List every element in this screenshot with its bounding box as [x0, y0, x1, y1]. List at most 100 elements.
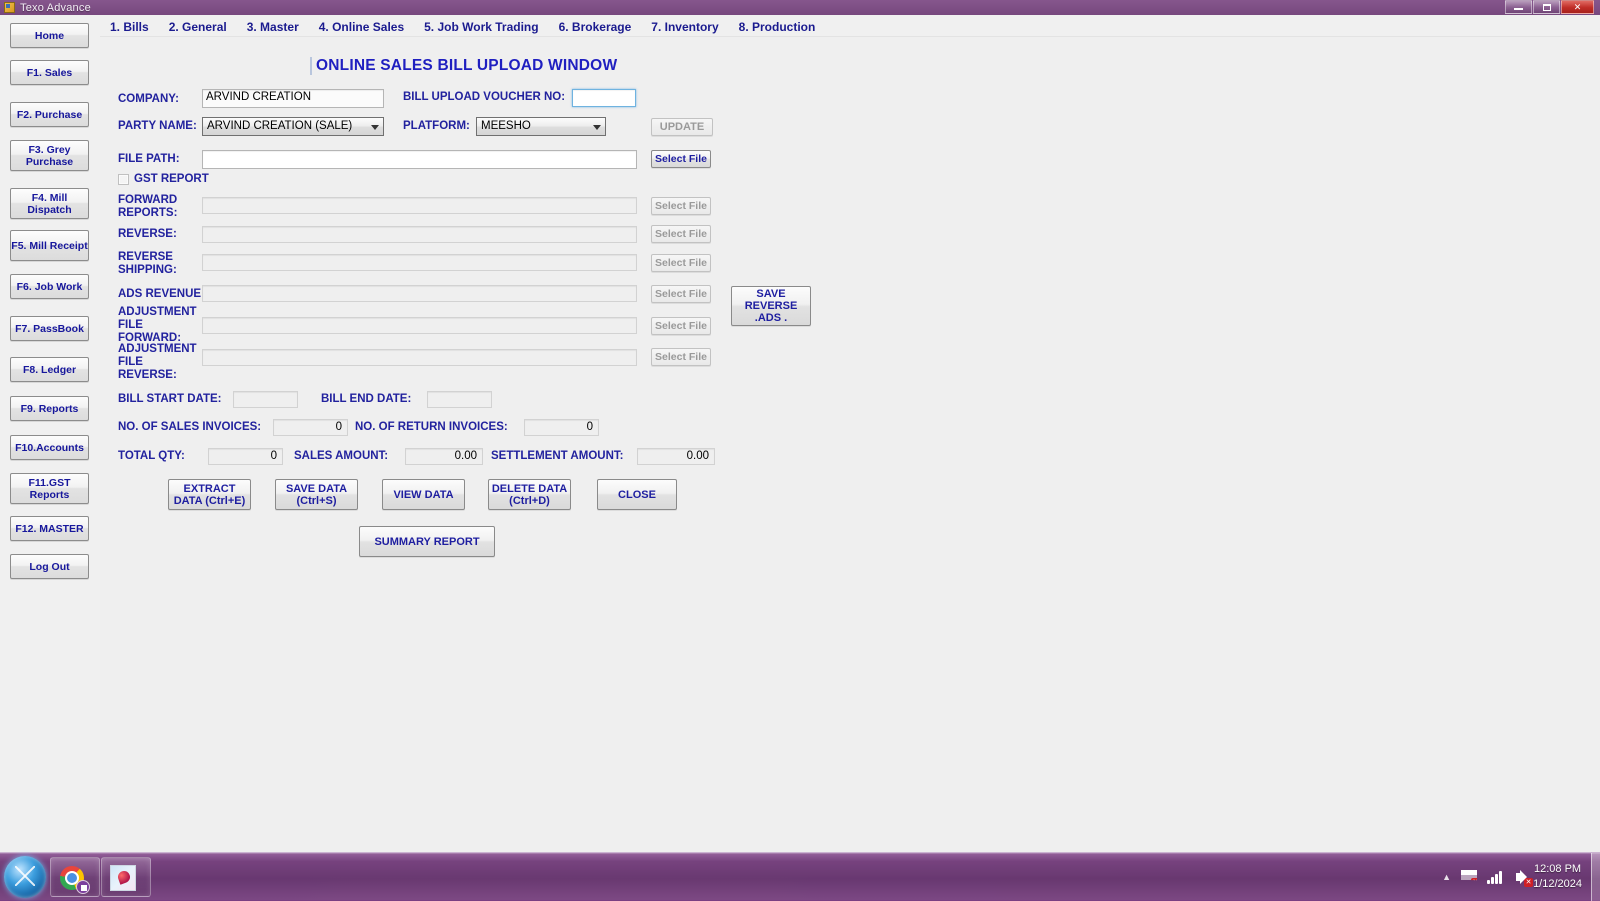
clock[interactable]: 12:08 PM 1/12/2024 [1533, 853, 1582, 901]
sidebar-item-gst-reports[interactable]: F11.GST Reports [10, 473, 89, 504]
sales-amount-label: SALES AMOUNT: [294, 450, 389, 462]
taskbar: ▲ ✕ ✕ 12:08 PM 1/12/2024 [0, 852, 1600, 901]
extract-data-button[interactable]: EXTRACT DATA (Ctrl+E) [168, 479, 251, 510]
sidebar-item-mill-dispatch[interactable]: F4. Mill Dispatch [10, 188, 89, 219]
network-icon[interactable] [1487, 870, 1505, 884]
bill-end-date-input[interactable] [427, 391, 492, 408]
sidebar-item-reports[interactable]: F9. Reports [10, 396, 89, 421]
system-tray: ▲ ✕ ✕ [1442, 853, 1533, 901]
menu-item-master[interactable]: 3. Master [237, 18, 309, 36]
sidebar-item-sales[interactable]: F1. Sales [10, 60, 89, 85]
sidebar-item-master[interactable]: F12. MASTER [10, 516, 89, 541]
company-field[interactable]: ARVIND CREATION [202, 89, 384, 108]
chevron-down-icon [593, 125, 601, 130]
view-data-button[interactable]: VIEW DATA [382, 479, 465, 510]
gst-report-label: GST REPORT [134, 173, 209, 185]
sidebar-item-passbook[interactable]: F7. PassBook [10, 316, 89, 341]
reverse-label: REVERSE: [118, 228, 177, 240]
sidebar-item-mill-receipt[interactable]: F5. Mill Receipt [10, 230, 89, 261]
voucher-no-input[interactable] [572, 89, 636, 107]
settlement-amount-input[interactable]: 0.00 [637, 448, 715, 465]
gst-report-checkbox-wrap[interactable]: GST REPORT [118, 173, 209, 185]
action-center-icon[interactable]: ✕ [1461, 870, 1477, 884]
window-controls: ✕ [1505, 0, 1594, 14]
reverse-input[interactable] [202, 226, 637, 243]
party-name-select[interactable]: ARVIND CREATION (SALE) [202, 117, 384, 136]
menu-item-bills[interactable]: 1. Bills [100, 18, 159, 36]
menu-item-job-work-trading[interactable]: 5. Job Work Trading [414, 18, 548, 36]
total-qty-input[interactable]: 0 [208, 448, 283, 465]
chrome-taskbar-button[interactable] [50, 857, 100, 897]
menu-item-general[interactable]: 2. General [159, 18, 237, 36]
party-name-value: ARVIND CREATION (SALE) [207, 120, 353, 132]
close-button[interactable]: CLOSE [597, 479, 677, 510]
texo-advance-taskbar-button[interactable] [101, 857, 151, 897]
party-name-label: PARTY NAME: [118, 120, 197, 132]
update-button[interactable]: UPDATE [651, 118, 713, 136]
save-reverse-ads-button[interactable]: SAVE REVERSE .ADS . [731, 286, 811, 326]
menu-item-inventory[interactable]: 7. Inventory [641, 18, 728, 36]
platform-select[interactable]: MEESHO [476, 117, 606, 136]
start-button[interactable] [4, 856, 46, 898]
bill-end-date-label: BILL END DATE: [321, 393, 412, 405]
summary-report-button[interactable]: SUMMARY REPORT [359, 526, 495, 557]
select-file-button-main[interactable]: Select File [651, 150, 711, 168]
adjustment-file-reverse-input[interactable] [202, 349, 637, 366]
sidebar-item-accounts[interactable]: F10.Accounts [10, 435, 89, 460]
company-label: COMPANY: [118, 93, 179, 105]
forward-reports-label: FORWARD REPORTS: [118, 194, 178, 219]
voucher-no-label: BILL UPLOAD VOUCHER NO: [403, 91, 566, 103]
adjustment-file-forward-label: ADJUSTMENT FILE FORWARD: [118, 306, 197, 344]
sidebar-item-log-out[interactable]: Log Out [10, 554, 89, 579]
settlement-amount-label: SETTLEMENT AMOUNT: [491, 450, 624, 462]
forward-reports-input[interactable] [202, 197, 637, 214]
bill-start-date-input[interactable] [233, 391, 298, 408]
desktop: Texo Advance ✕ 1. Bills 2. General 3. Ma… [0, 0, 1600, 901]
error-badge-icon: ✕ [1471, 878, 1479, 886]
close-icon[interactable]: ✕ [1561, 0, 1594, 14]
no-of-sales-invoices-input[interactable]: 0 [273, 419, 348, 436]
ads-revenue-input[interactable] [202, 285, 637, 302]
window-titlebar[interactable]: Texo Advance ✕ [0, 0, 1600, 15]
select-file-button-reverse[interactable]: Select File [651, 225, 711, 243]
select-file-button-adjustment-forward[interactable]: Select File [651, 317, 711, 335]
gst-report-checkbox[interactable] [118, 173, 129, 185]
clock-time: 12:08 PM [1533, 863, 1582, 875]
main-menu-bar: 1. Bills 2. General 3. Master 4. Online … [0, 15, 1600, 37]
menu-item-production[interactable]: 8. Production [729, 18, 826, 36]
total-qty-label: TOTAL QTY: [118, 450, 185, 462]
select-file-button-ads-revenue[interactable]: Select File [651, 285, 711, 303]
save-data-button[interactable]: SAVE DATA (Ctrl+S) [275, 479, 358, 510]
select-file-button-adjustment-reverse[interactable]: Select File [651, 348, 711, 366]
clock-date: 1/12/2024 [1533, 878, 1582, 890]
menu-item-brokerage[interactable]: 6. Brokerage [549, 18, 642, 36]
select-file-button-forward-reports[interactable]: Select File [651, 197, 711, 215]
sidebar-item-grey-purchase[interactable]: F3. Grey Purchase [10, 140, 89, 171]
application-window: Texo Advance ✕ 1. Bills 2. General 3. Ma… [0, 0, 1600, 852]
menu-item-online-sales[interactable]: 4. Online Sales [309, 18, 414, 36]
volume-muted-icon[interactable]: ✕ [1515, 870, 1533, 887]
adjustment-file-forward-input[interactable] [202, 317, 637, 334]
texo-advance-icon [110, 865, 136, 891]
application-icon [4, 2, 15, 13]
select-file-button-reverse-shipping[interactable]: Select File [651, 254, 711, 272]
sales-amount-input[interactable]: 0.00 [405, 448, 483, 465]
show-desktop-button[interactable] [1591, 853, 1600, 901]
minimize-icon[interactable] [1505, 0, 1532, 14]
sidebar-item-job-work[interactable]: F6. Job Work [10, 274, 89, 299]
sidebar-item-home[interactable]: Home [10, 23, 89, 48]
delete-data-button[interactable]: DELETE DATA (Ctrl+D) [488, 479, 571, 510]
no-of-return-invoices-label: NO. OF RETURN INVOICES: [355, 421, 508, 433]
reverse-shipping-input[interactable] [202, 254, 637, 271]
sidebar-item-ledger[interactable]: F8. Ledger [10, 357, 89, 382]
page-title: ONLINE SALES BILL UPLOAD WINDOW [310, 57, 617, 75]
restore-icon[interactable] [1533, 0, 1560, 14]
window-title: Texo Advance [20, 1, 91, 14]
lock-badge-icon [76, 880, 90, 894]
file-path-label: FILE PATH: [118, 153, 180, 165]
sidebar-item-purchase[interactable]: F2. Purchase [10, 102, 89, 127]
no-of-return-invoices-input[interactable]: 0 [524, 419, 599, 436]
platform-label: PLATFORM: [403, 120, 470, 132]
show-hidden-icons-icon[interactable]: ▲ [1442, 872, 1451, 882]
file-path-input[interactable] [202, 150, 637, 169]
